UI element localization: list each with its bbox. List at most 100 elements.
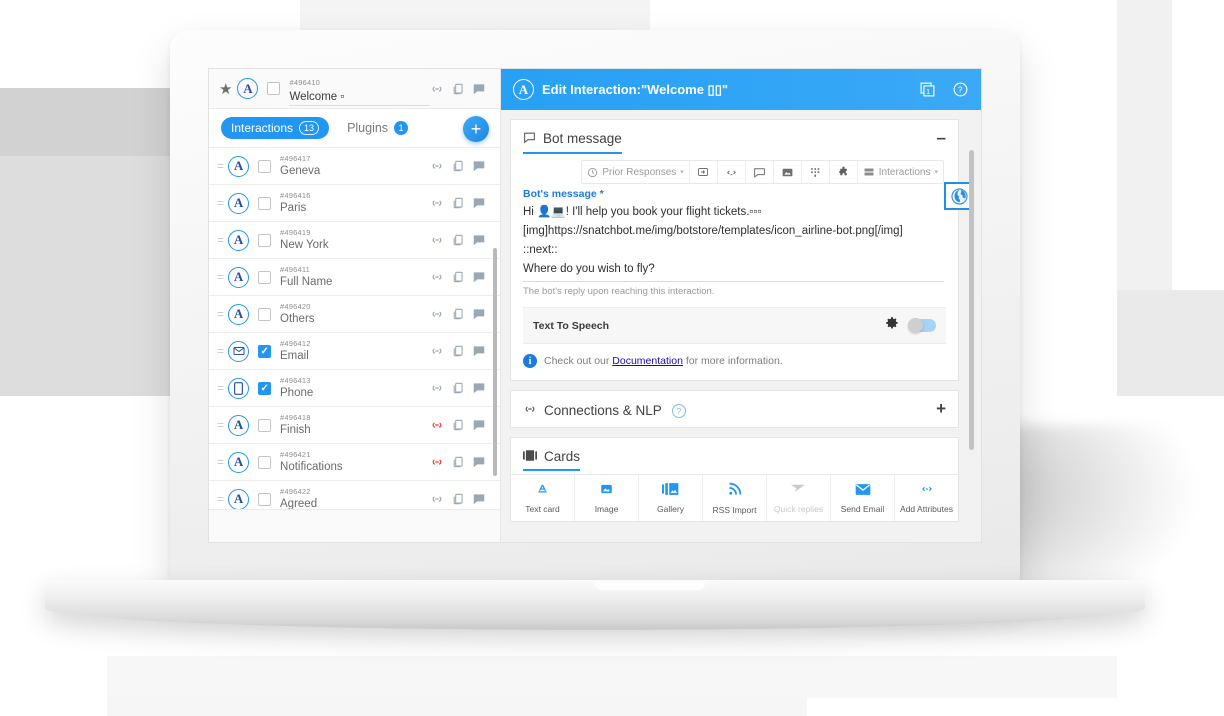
list-item[interactable]: = A #496421 Notifications xyxy=(209,444,500,482)
row-checkbox[interactable] xyxy=(258,233,272,247)
list-item[interactable]: = A #496418 Finish xyxy=(209,407,500,445)
add-interaction-button[interactable]: + xyxy=(463,116,489,142)
comment-icon[interactable] xyxy=(472,233,486,247)
image-icon[interactable] xyxy=(774,161,802,183)
drag-handle-icon[interactable]: = xyxy=(217,492,224,506)
drag-handle-icon[interactable]: = xyxy=(217,381,224,395)
documentation-row: i Check out our Documentation for more i… xyxy=(511,344,958,380)
link-icon[interactable] xyxy=(430,307,444,321)
comment-icon[interactable] xyxy=(472,418,486,432)
row-checkbox[interactable] xyxy=(258,381,272,395)
puzzle-icon[interactable] xyxy=(830,161,858,183)
tab-interactions[interactable]: Interactions 13 xyxy=(221,117,330,140)
connections-nlp-card[interactable]: Connections & NLP ? + xyxy=(510,390,959,428)
sidebar-footer xyxy=(209,508,500,542)
collapse-button[interactable]: – xyxy=(937,129,946,146)
sidebar-header-row[interactable]: ★ A #496410 Welcome ▫ xyxy=(209,69,500,109)
list-item[interactable]: = A #496422 Agreed xyxy=(209,481,500,509)
card-button-text-card[interactable]: Text card xyxy=(511,475,575,521)
drag-handle-icon[interactable]: = xyxy=(217,455,224,469)
card-button-add-attributes[interactable]: Add Attributes xyxy=(895,475,958,521)
comment-icon[interactable] xyxy=(472,270,486,284)
prior-responses-dropdown[interactable]: Prior Responses ▾ xyxy=(582,161,690,183)
comment-icon[interactable] xyxy=(472,492,486,506)
row-checkbox[interactable] xyxy=(258,159,272,173)
link-icon[interactable] xyxy=(430,82,444,96)
comment-icon[interactable] xyxy=(472,307,486,321)
tab-plugins[interactable]: Plugins 1 xyxy=(347,121,409,136)
drag-handle-icon[interactable]: = xyxy=(217,159,224,173)
list-item[interactable]: = A #496411 Full Name xyxy=(209,259,500,297)
list-item[interactable]: = A #496420 Others xyxy=(209,296,500,334)
list-item[interactable]: = A #496417 Geneva xyxy=(209,148,500,186)
comment-icon[interactable] xyxy=(472,381,486,395)
comment-icon[interactable] xyxy=(472,455,486,469)
gear-icon[interactable] xyxy=(885,316,899,335)
link-icon[interactable] xyxy=(430,492,444,506)
panel-scrollbar[interactable] xyxy=(969,150,974,450)
row-checkbox[interactable] xyxy=(258,418,272,432)
list-item[interactable]: = #496412Email xyxy=(209,333,500,371)
drag-handle-icon[interactable]: = xyxy=(217,196,224,210)
list-item[interactable]: = A #496419 New York xyxy=(209,222,500,260)
row-checkbox[interactable] xyxy=(258,307,272,321)
list-item[interactable]: = A #496416 Paris xyxy=(209,185,500,223)
interactions-list[interactable]: = A #496417 Geneva = A #496416 Paris = A #496419 Ne… xyxy=(209,148,500,509)
comment-icon[interactable] xyxy=(472,196,486,210)
copy-icon[interactable] xyxy=(451,455,465,469)
documentation-link[interactable]: Documentation xyxy=(612,355,683,367)
card-button-image[interactable]: Image xyxy=(575,475,639,521)
link-icon[interactable] xyxy=(430,418,444,432)
drag-handle-icon[interactable]: = xyxy=(217,233,224,247)
connections-help-badge[interactable]: ? xyxy=(671,403,686,418)
drag-handle-icon[interactable]: = xyxy=(217,270,224,284)
copy-icon[interactable] xyxy=(451,381,465,395)
copy-icon[interactable] xyxy=(451,307,465,321)
comment-icon[interactable] xyxy=(472,344,486,358)
interactions-select[interactable]: Interactions ▾ xyxy=(858,161,943,183)
card-button-send-email[interactable]: Send Email xyxy=(831,475,895,521)
tts-toggle[interactable] xyxy=(908,318,936,333)
drag-handle-icon[interactable]: = xyxy=(217,344,224,358)
link-icon[interactable] xyxy=(430,233,444,247)
row-checkbox[interactable] xyxy=(258,455,272,469)
drag-handle-icon[interactable]: = xyxy=(217,307,224,321)
expand-button[interactable]: + xyxy=(936,400,946,417)
card-button-gallery[interactable]: Gallery xyxy=(639,475,703,521)
header-checkbox[interactable] xyxy=(267,82,281,95)
copy-icon[interactable] xyxy=(451,233,465,247)
sidebar-scrollbar[interactable] xyxy=(493,248,497,477)
code-icon[interactable] xyxy=(718,161,746,183)
copy-icon[interactable] xyxy=(451,270,465,284)
copy-icon[interactable] xyxy=(451,82,465,96)
keypad-icon[interactable] xyxy=(802,161,830,183)
send-icon xyxy=(790,482,807,501)
window-1-icon[interactable]: 1 xyxy=(919,81,936,98)
row-checkbox[interactable] xyxy=(258,270,272,284)
list-item[interactable]: = #496413Phone xyxy=(209,370,500,408)
copy-icon[interactable] xyxy=(451,418,465,432)
drag-handle-icon[interactable]: = xyxy=(217,418,224,432)
speech-bubble-icon[interactable] xyxy=(746,161,774,183)
copy-icon[interactable] xyxy=(451,196,465,210)
bot-message-textarea[interactable]: Hi 👤💻! I'll help you book your flight ti… xyxy=(523,203,944,279)
star-icon[interactable]: ★ xyxy=(219,80,232,98)
card-button-rss-import[interactable]: RSS Import xyxy=(703,475,767,521)
comment-icon[interactable] xyxy=(472,159,486,173)
link-icon[interactable] xyxy=(430,381,444,395)
row-checkbox[interactable] xyxy=(258,196,272,210)
link-icon[interactable] xyxy=(430,455,444,469)
copy-icon[interactable] xyxy=(451,492,465,506)
row-checkbox[interactable] xyxy=(258,344,272,358)
copy-icon[interactable] xyxy=(451,159,465,173)
link-icon[interactable] xyxy=(430,270,444,284)
copy-icon[interactable] xyxy=(451,344,465,358)
comment-icon[interactable] xyxy=(472,82,486,96)
insert-variable-icon[interactable] xyxy=(690,161,718,183)
panel-body[interactable]: Bot message – Prior Responses ▾ Interact… xyxy=(501,110,981,542)
link-icon[interactable] xyxy=(430,159,444,173)
link-icon[interactable] xyxy=(430,196,444,210)
row-checkbox[interactable] xyxy=(258,492,272,506)
help-icon[interactable]: ? xyxy=(952,81,969,98)
link-icon[interactable] xyxy=(430,344,444,358)
